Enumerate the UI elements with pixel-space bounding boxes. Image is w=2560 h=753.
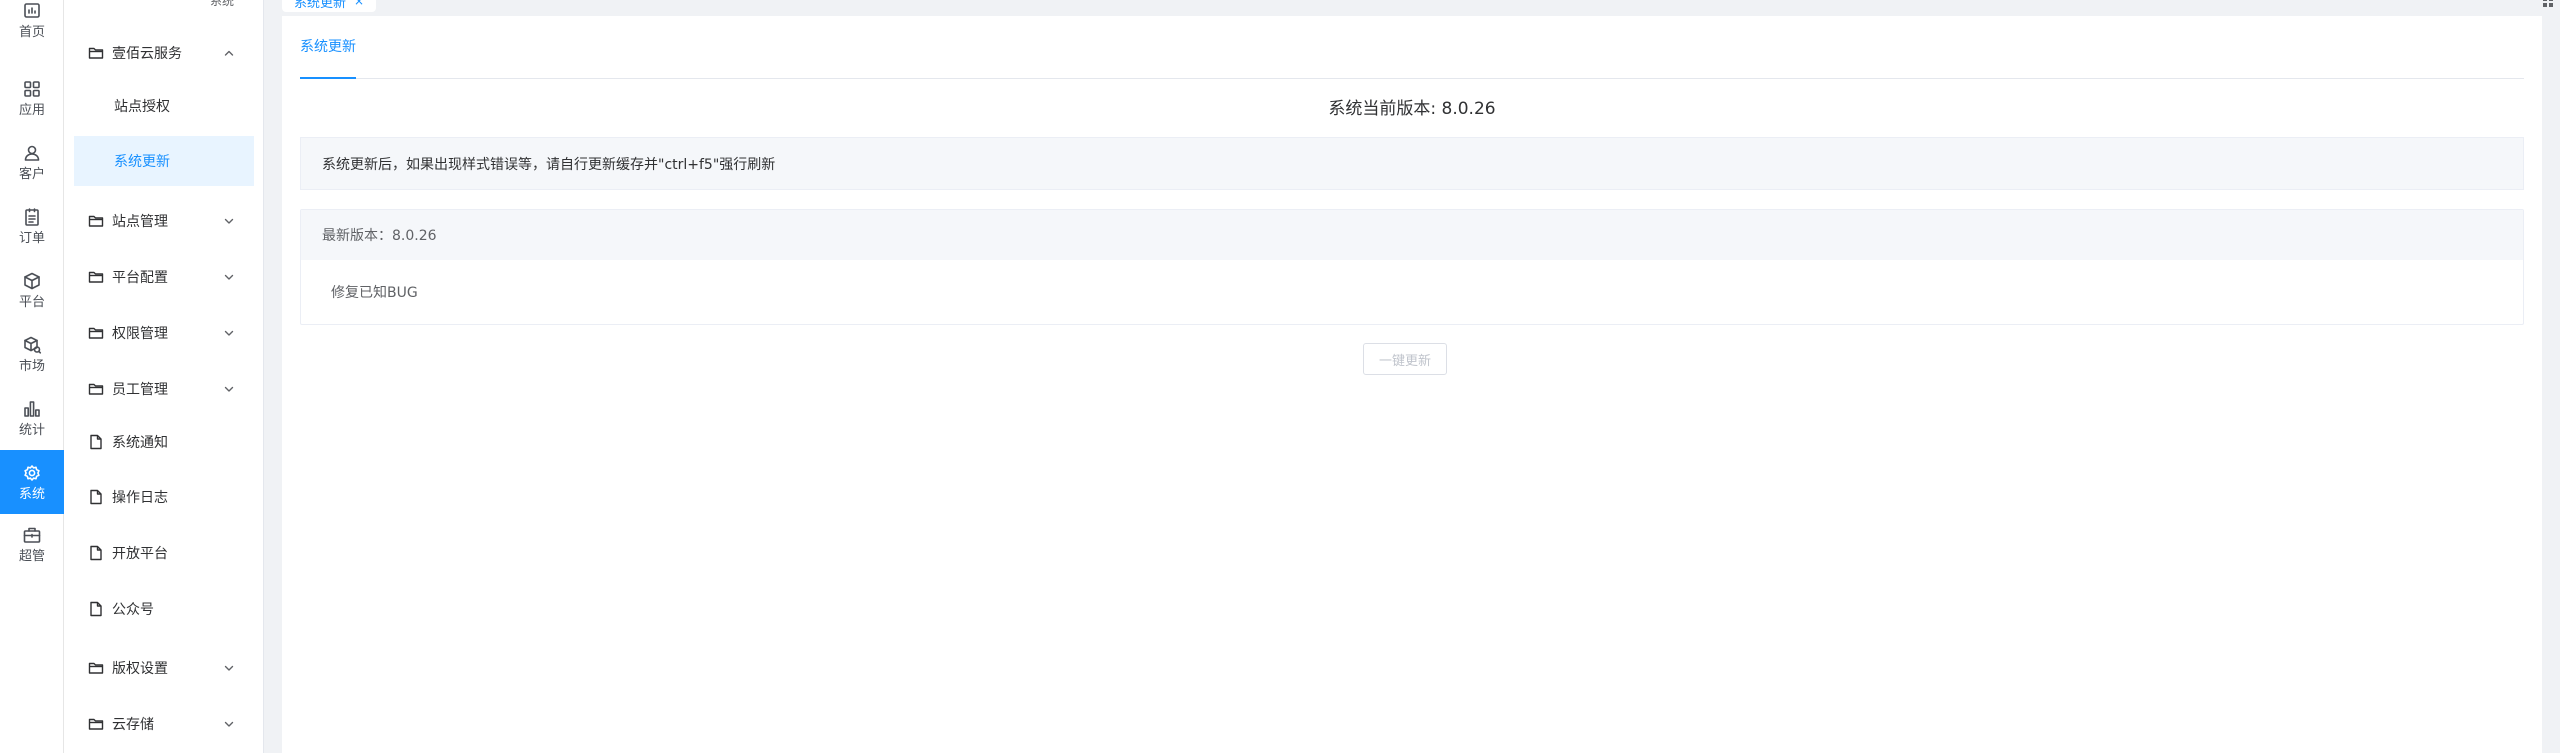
submenu-item-open-platform[interactable]: 开放平台 <box>74 529 254 577</box>
submenu-label: 开放平台 <box>112 546 168 562</box>
folder-icon <box>88 213 104 229</box>
latest-version-text: 最新版本：8.0.26 <box>322 228 437 244</box>
close-icon[interactable]: × <box>354 0 364 8</box>
submenu-label: 员工管理 <box>112 382 168 398</box>
folder-icon <box>88 45 104 61</box>
chevron-down-icon <box>222 270 236 284</box>
apps-icon <box>24 80 40 97</box>
chevron-down-icon <box>222 382 236 396</box>
one-click-update-button[interactable]: 一键更新 <box>1363 343 1447 375</box>
briefcase-icon <box>23 527 41 543</box>
latest-version-card: 最新版本：8.0.26 修复已知BUG <box>300 209 2524 325</box>
rail-item-system[interactable]: 系统 <box>0 450 64 514</box>
submenu-item-official-account[interactable]: 公众号 <box>74 585 254 633</box>
notice-text: 系统更新后，如果出现样式错误等，请自行更新缓存并"ctrl+f5"强行刷新 <box>322 156 776 173</box>
chevron-down-icon <box>222 326 236 340</box>
tab-label: 系统更新 <box>294 0 347 11</box>
submenu-label: 版权设置 <box>112 661 168 677</box>
rail-item-label: 系统 <box>18 486 45 502</box>
chevron-down-icon <box>222 661 236 675</box>
rail-item-label: 首页 <box>18 24 45 40</box>
current-version-text: 系统当前版本: 8.0.26 <box>1328 99 1496 119</box>
chevron-down-icon <box>222 214 236 228</box>
document-icon <box>88 545 104 561</box>
submenu-group-site-management[interactable]: 站点管理 <box>74 197 254 245</box>
tab-strip: 系统更新 × <box>264 0 2560 14</box>
submenu-group-staff-management[interactable]: 员工管理 <box>74 365 254 413</box>
rail-item-label: 市场 <box>18 358 45 374</box>
order-icon <box>25 207 39 226</box>
rail-item-label: 应用 <box>18 102 45 118</box>
bar-chart-icon <box>24 400 40 417</box>
secondary-menu: 系统 壹佰云服务 站点授权 系统更新 站点管理 平台配置 权限管理 员工管理 系… <box>64 0 264 753</box>
rail-item-superadmin[interactable]: 超管 <box>0 514 64 574</box>
rail-item-orders[interactable]: 订单 <box>0 196 64 256</box>
latest-version-header: 最新版本：8.0.26 <box>301 210 2523 260</box>
folder-icon <box>88 381 104 397</box>
submenu-label: 平台配置 <box>112 270 168 286</box>
tab-system-update[interactable]: 系统更新 × <box>282 0 377 12</box>
chevron-up-icon <box>222 46 236 60</box>
rail-item-customers[interactable]: 客户 <box>0 132 64 192</box>
changelog-body: 修复已知BUG <box>301 260 2523 324</box>
folder-icon <box>88 325 104 341</box>
folder-icon <box>88 660 104 676</box>
rail-item-market[interactable]: 市场 <box>0 324 64 384</box>
submenu-label: 云存储 <box>112 717 154 733</box>
submenu-label: 系统通知 <box>112 435 168 451</box>
submenu-label: 公众号 <box>112 602 154 618</box>
submenu-group-permission-management[interactable]: 权限管理 <box>74 309 254 357</box>
chart-icon <box>24 2 40 18</box>
submenu-item-site-license[interactable]: 站点授权 <box>74 81 254 131</box>
box-icon <box>24 272 40 289</box>
folder-icon <box>88 269 104 285</box>
document-icon <box>88 434 104 450</box>
market-icon <box>24 336 42 354</box>
submenu-label: 权限管理 <box>112 326 168 342</box>
submenu-group-cloud-storage[interactable]: 云存储 <box>74 700 254 748</box>
rail-item-label: 客户 <box>18 166 45 182</box>
submenu-label: 站点管理 <box>112 214 168 230</box>
rail-item-label: 平台 <box>18 294 45 310</box>
app-root: 首页 应用 客户 订单 平台 市场 统计 系统 超管 系统 壹佰云服务 站点授权… <box>0 0 2560 753</box>
submenu-item-system-notice[interactable]: 系统通知 <box>74 418 254 466</box>
submenu-item-operation-log[interactable]: 操作日志 <box>74 473 254 521</box>
submenu-group-platform-config[interactable]: 平台配置 <box>74 253 254 301</box>
rail-item-label: 统计 <box>18 422 45 438</box>
gear-icon <box>24 464 40 481</box>
grid-menu-icon[interactable] <box>2542 0 2554 8</box>
submenu-label: 操作日志 <box>112 490 168 506</box>
tab-divider <box>300 78 2524 79</box>
submenu-item-system-update[interactable]: 系统更新 <box>74 136 254 186</box>
folder-icon <box>88 716 104 732</box>
rail-item-apps[interactable]: 应用 <box>0 68 64 128</box>
user-icon <box>24 145 40 161</box>
submenu-group-cloud-service[interactable]: 壹佰云服务 <box>74 29 254 77</box>
rail-item-label: 超管 <box>18 548 45 564</box>
tab-system-update-inner[interactable]: 系统更新 <box>300 36 356 56</box>
primary-nav-rail: 首页 应用 客户 订单 平台 市场 统计 系统 超管 <box>0 0 64 753</box>
document-icon <box>88 601 104 617</box>
document-icon <box>88 489 104 505</box>
changelog-text: 修复已知BUG <box>331 285 418 301</box>
submenu-group-copyright-settings[interactable]: 版权设置 <box>74 644 254 692</box>
submenu-top-stub: 系统 <box>210 0 235 8</box>
system-update-panel: 系统更新 系统当前版本: 8.0.26 系统更新后，如果出现样式错误等，请自行更… <box>282 16 2542 753</box>
rail-item-platform[interactable]: 平台 <box>0 260 64 320</box>
rail-item-label: 订单 <box>18 230 45 246</box>
tab-active-indicator <box>300 77 356 79</box>
submenu-label: 壹佰云服务 <box>112 46 182 62</box>
rail-item-stats[interactable]: 统计 <box>0 388 64 448</box>
chevron-down-icon <box>222 717 236 731</box>
cache-refresh-notice: 系统更新后，如果出现样式错误等，请自行更新缓存并"ctrl+f5"强行刷新 <box>300 137 2524 190</box>
rail-item-home[interactable]: 首页 <box>0 0 64 50</box>
